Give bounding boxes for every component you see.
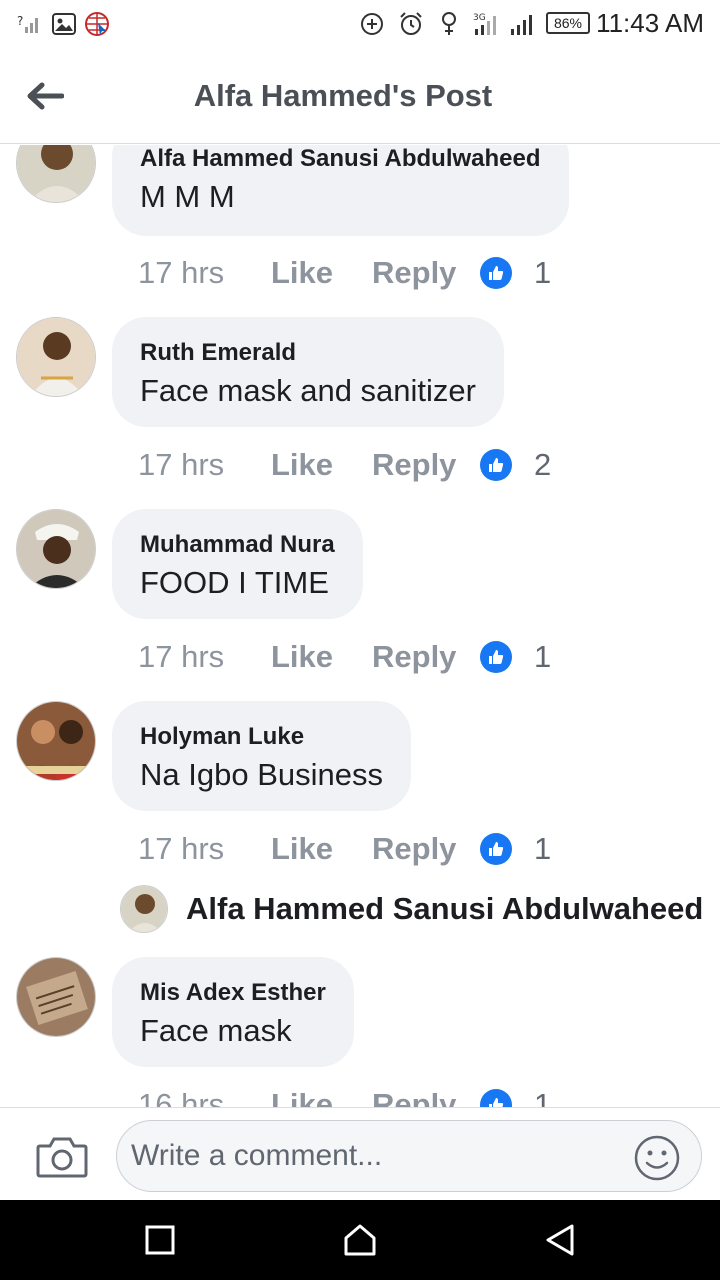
reply-button[interactable]: Reply [372, 447, 480, 483]
thumbs-up-icon[interactable] [480, 641, 512, 673]
comment-text: Face mask and sanitizer [140, 373, 476, 408]
comment-author[interactable]: Ruth Emerald [140, 317, 476, 367]
comment-input-box[interactable] [116, 1120, 702, 1192]
comment-author[interactable]: Mis Adex Esther [140, 957, 326, 1007]
signal-3g-icon: 3G [470, 10, 506, 38]
reaction-count[interactable]: 1 [534, 1087, 551, 1107]
comment-actions: 16 hrs Like Reply 1 [138, 1085, 551, 1107]
avatar[interactable] [16, 145, 96, 203]
reply-button[interactable]: Reply [372, 1087, 480, 1107]
comment-bubble[interactable]: Ruth Emerald Face mask and sanitizer [112, 317, 504, 427]
avatar[interactable] [16, 509, 96, 589]
comment-actions: 17 hrs Like Reply 1 [138, 637, 551, 677]
reaction-count[interactable]: 2 [534, 447, 551, 483]
reaction-count[interactable]: 1 [534, 639, 551, 675]
comment-bubble[interactable]: Holyman Luke Na Igbo Business [112, 701, 411, 811]
image-icon [50, 10, 78, 38]
clock: 11:43 AM [596, 8, 704, 38]
reply-button[interactable]: Reply [372, 255, 480, 291]
like-button[interactable]: Like [271, 255, 372, 291]
comment-input[interactable] [131, 1135, 621, 1177]
reaction-count[interactable]: 1 [534, 831, 551, 867]
thumbs-up-icon[interactable] [480, 449, 512, 481]
comment-text: M M M [140, 179, 235, 214]
no-sim-signal-icon: ? [16, 10, 44, 38]
avatar[interactable] [16, 701, 96, 781]
network-type: 3G [473, 13, 486, 23]
avatar[interactable] [16, 317, 96, 397]
comment-time: 17 hrs [138, 255, 225, 290]
comment-bubble[interactable]: Muhammad Nura FOOD I TIME [112, 509, 363, 619]
comment-time: 17 hrs [138, 639, 225, 674]
globe-app-icon [82, 10, 112, 38]
smiley-icon[interactable] [633, 1134, 681, 1182]
reply-author[interactable]: Alfa Hammed Sanusi Abdulwaheed [186, 891, 703, 927]
signal-bars-icon [508, 10, 538, 38]
comment-actions: 17 hrs Like Reply 2 [138, 445, 551, 485]
thumbs-up-icon[interactable] [480, 833, 512, 865]
comment-author[interactable]: Holyman Luke [140, 701, 383, 751]
avatar[interactable] [16, 957, 96, 1037]
comment-bubble[interactable]: Alfa Hammed Sanusi Abdulwaheed M M M [112, 145, 569, 236]
comment-text: Face mask [140, 1013, 292, 1048]
like-button[interactable]: Like [271, 447, 372, 483]
page-title: Alfa Hammed's Post [193, 78, 493, 113]
like-button[interactable]: Like [271, 1087, 372, 1107]
comment-time: 17 hrs [138, 831, 225, 866]
like-button[interactable]: Like [271, 639, 372, 675]
svg-text:?: ? [17, 14, 23, 28]
comment-composer [0, 1107, 720, 1200]
like-button[interactable]: Like [271, 831, 372, 867]
post-header: Alfa Hammed's Post [0, 48, 720, 144]
female-symbol-icon [437, 10, 461, 38]
reply-button[interactable]: Reply [372, 639, 480, 675]
comment-actions: 17 hrs Like Reply 1 [138, 253, 551, 293]
camera-icon[interactable] [36, 1134, 88, 1178]
data-saver-icon [359, 10, 385, 38]
reply-preview[interactable]: Alfa Hammed Sanusi Abdulwaheed [120, 884, 703, 934]
comment-text: FOOD I TIME [140, 565, 329, 600]
back-icon[interactable] [540, 1220, 580, 1260]
reply-button[interactable]: Reply [372, 831, 480, 867]
avatar[interactable] [120, 885, 168, 933]
comment-author[interactable]: Muhammad Nura [140, 509, 335, 559]
comment-author[interactable]: Alfa Hammed Sanusi Abdulwaheed [140, 145, 541, 173]
recent-apps-icon[interactable] [140, 1220, 180, 1260]
alarm-icon [397, 10, 425, 38]
status-bar: ? 3G 86% 11:43 AM [0, 0, 720, 48]
thumbs-up-icon[interactable] [480, 257, 512, 289]
comment-bubble[interactable]: Mis Adex Esther Face mask [112, 957, 354, 1067]
comment-list[interactable]: Alfa Hammed Sanusi Abdulwaheed M M M 17 … [0, 145, 720, 1107]
battery-indicator: 86% [546, 12, 590, 34]
reaction-count[interactable]: 1 [534, 255, 551, 291]
comment-actions: 17 hrs Like Reply 1 [138, 829, 551, 869]
thumbs-up-icon[interactable] [480, 1089, 512, 1107]
comment-text: Na Igbo Business [140, 757, 383, 792]
comment-time: 16 hrs [138, 1087, 225, 1107]
home-icon[interactable] [340, 1220, 380, 1260]
system-nav-bar [0, 1200, 720, 1280]
comment-time: 17 hrs [138, 447, 225, 482]
